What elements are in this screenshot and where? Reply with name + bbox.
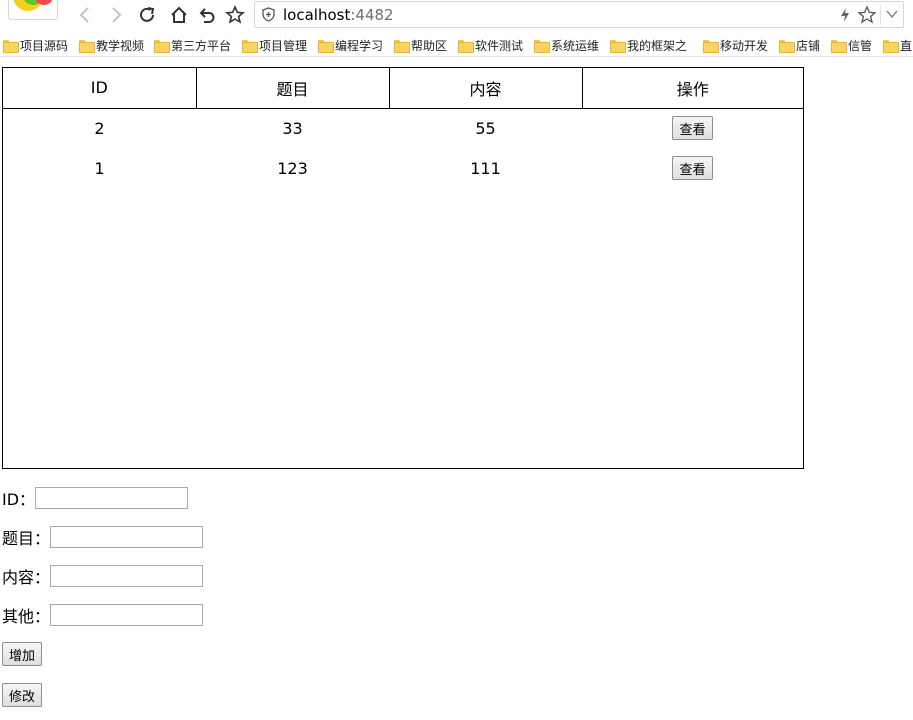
table-row: 2 33 55 查看 xyxy=(3,108,803,148)
content-input[interactable] xyxy=(50,565,204,587)
star-icon[interactable] xyxy=(223,3,247,27)
bookmark-item[interactable]: 教学视频 xyxy=(79,36,144,54)
bookmark-item[interactable]: 移动开发 xyxy=(703,36,768,54)
lightning-icon[interactable] xyxy=(839,7,851,23)
add-button[interactable]: 增加 xyxy=(2,642,43,666)
folder-icon xyxy=(883,39,899,53)
other-label: 其他： xyxy=(2,607,51,626)
column-header-actions: 操作 xyxy=(582,68,803,109)
cell-actions: 查看 xyxy=(582,108,803,148)
back-arrow-icon[interactable] xyxy=(74,3,98,27)
column-header-id: ID xyxy=(3,68,197,109)
browser-toolbar: localhost:4482 xyxy=(0,0,913,31)
chevron-down-icon[interactable] xyxy=(885,7,899,21)
id-label: ID： xyxy=(2,490,36,509)
content-label: 内容： xyxy=(2,568,51,587)
form-row-title: 题目： xyxy=(2,525,204,549)
bookmark-item[interactable]: 信管 xyxy=(831,36,872,54)
address-bar[interactable]: localhost:4482 xyxy=(254,1,904,28)
folder-icon xyxy=(703,39,719,53)
bookmark-item[interactable]: 软件测试 xyxy=(458,36,523,54)
url-text[interactable]: localhost:4482 xyxy=(283,6,394,24)
folder-icon xyxy=(242,39,258,53)
form-row-id: ID： xyxy=(2,486,189,510)
bookmarks-bar: 项目源码 教学视频 第三方平台 项目管理 编程学习 帮助区 软件测试 系统运维 … xyxy=(0,33,913,57)
reload-icon[interactable] xyxy=(135,3,159,27)
cell-content: 55 xyxy=(475,118,496,138)
favorite-star-icon[interactable] xyxy=(857,5,877,25)
cell-title: 123 xyxy=(277,158,308,178)
folder-icon xyxy=(831,39,847,53)
table-header-row: ID 题目 内容 操作 xyxy=(3,68,803,109)
data-table-container: ID 题目 内容 操作 2 33 55 查看 1 123 111 查看 xyxy=(2,67,804,469)
view-button[interactable]: 查看 xyxy=(672,116,713,141)
bookmark-item[interactable]: 直 xyxy=(883,36,912,54)
cell-content: 111 xyxy=(470,158,501,178)
bookmark-item[interactable]: 第三方平台 xyxy=(154,36,231,54)
column-header-title: 题目 xyxy=(196,68,390,109)
cell-title: 33 xyxy=(282,118,303,138)
home-icon[interactable] xyxy=(167,3,191,27)
undo-icon[interactable] xyxy=(195,3,219,27)
bookmark-item[interactable]: 项目管理 xyxy=(242,36,307,54)
cell-id: 2 xyxy=(94,118,105,138)
folder-icon xyxy=(79,39,95,53)
forward-arrow-icon[interactable] xyxy=(103,3,127,27)
data-table: ID 题目 内容 操作 2 33 55 查看 1 123 111 查看 xyxy=(3,68,803,188)
title-input[interactable] xyxy=(50,526,204,548)
bookmark-item[interactable]: 系统运维 xyxy=(534,36,599,54)
id-input[interactable] xyxy=(35,487,189,509)
folder-icon xyxy=(318,39,334,53)
bookmark-item[interactable]: 店铺 xyxy=(779,36,820,54)
browser-logo-icon[interactable] xyxy=(8,0,58,20)
folder-icon xyxy=(534,39,550,53)
edit-button[interactable]: 修改 xyxy=(2,683,43,707)
view-button[interactable]: 查看 xyxy=(672,156,713,180)
folder-icon xyxy=(394,39,410,53)
bookmark-item[interactable]: 编程学习 xyxy=(318,36,383,54)
cell-actions: 查看 xyxy=(582,148,803,188)
folder-icon xyxy=(779,39,795,53)
bookmark-item[interactable]: 帮助区 xyxy=(394,36,447,54)
form-row-content: 内容： xyxy=(2,564,204,588)
folder-icon xyxy=(610,39,626,53)
form-row-other: 其他： xyxy=(2,603,204,627)
folder-icon xyxy=(458,39,474,53)
shield-icon xyxy=(262,7,275,22)
cell-id: 1 xyxy=(94,158,105,178)
bookmark-item[interactable]: 项目源码 xyxy=(3,36,68,54)
folder-icon xyxy=(3,39,19,53)
table-row: 1 123 111 查看 xyxy=(3,148,803,188)
other-input[interactable] xyxy=(50,604,204,626)
folder-icon xyxy=(154,39,170,53)
title-label: 题目： xyxy=(2,529,51,548)
column-header-content: 内容 xyxy=(389,68,583,109)
bookmark-item[interactable]: 我的框架之 xyxy=(610,36,687,54)
